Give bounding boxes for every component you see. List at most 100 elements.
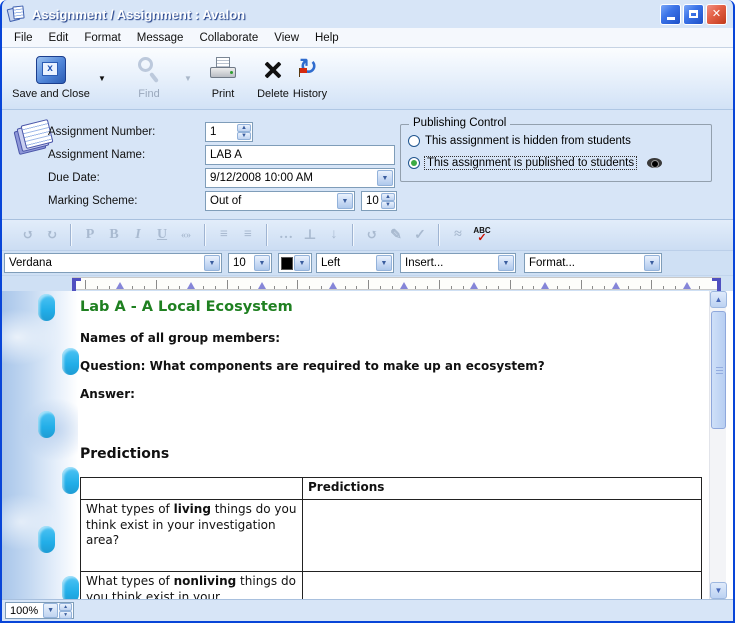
print-button[interactable]: Print	[200, 52, 246, 100]
vertical-scrollbar[interactable]: ▲ ▼	[709, 291, 726, 599]
published-option-row[interactable]: This assignment is published to students	[408, 155, 662, 171]
font-size-combobox[interactable]: 10 ▼	[228, 253, 272, 273]
ruler-tick	[581, 280, 582, 289]
font-family-dropdown-icon[interactable]: ▼	[204, 255, 220, 271]
points-up-icon[interactable]: ▲	[381, 193, 395, 201]
minimize-button[interactable]	[660, 4, 681, 25]
empty-header-cell[interactable]	[81, 478, 303, 500]
ruler-tick	[522, 286, 523, 289]
tab-marker	[683, 282, 691, 289]
ruler-tick	[604, 286, 605, 289]
spellcheck-icon[interactable]: ABC✓	[472, 225, 492, 245]
redo-icon: ↻	[42, 225, 62, 245]
ruler-tick	[498, 286, 499, 289]
tab-marker	[187, 282, 195, 289]
number-up-icon[interactable]: ▲	[237, 124, 251, 132]
number-down-icon[interactable]: ▼	[237, 132, 251, 140]
format-dropdown-icon[interactable]: ▼	[644, 255, 660, 271]
assignment-name-field[interactable]	[210, 149, 394, 161]
insert-combobox[interactable]: Insert... ▼	[400, 253, 516, 273]
scroll-down-icon[interactable]: ▼	[710, 582, 727, 599]
right-margin-marker[interactable]	[712, 278, 721, 291]
answer-cell[interactable]	[303, 572, 702, 600]
table-header-row: Predictions	[81, 478, 702, 500]
marking-points-stepper[interactable]: 10 ▲▼	[361, 191, 397, 211]
document-area[interactable]: Lab A - A Local Ecosystem Names of all g…	[2, 291, 733, 599]
ruler-tick	[109, 286, 110, 289]
window-title: Assignment / Assignment : Avalon	[32, 7, 660, 22]
document-heading: Lab A - A Local Ecosystem	[80, 299, 293, 315]
menu-view[interactable]: View	[266, 30, 307, 46]
insert-dropdown-icon[interactable]: ▼	[498, 255, 514, 271]
marking-scheme-combobox[interactable]: Out of ▼	[205, 191, 355, 211]
answer-cell[interactable]	[303, 500, 702, 572]
save-dropdown-arrow-icon[interactable]: ▼	[98, 74, 106, 83]
menu-format[interactable]: Format	[76, 30, 128, 46]
font-color-dropdown-icon[interactable]: ▼	[294, 255, 310, 271]
font-size-dropdown-icon[interactable]: ▼	[254, 255, 270, 271]
ruler	[2, 276, 733, 291]
ruler-tick	[651, 280, 652, 289]
format-combobox[interactable]: Format... ▼	[524, 253, 662, 273]
due-date-dropdown-icon[interactable]: ▼	[377, 170, 393, 186]
formatting-toolbar: ↺↻PBIU«»≡≡…⊥↓↺✎✓≈ABC✓	[2, 220, 733, 251]
published-radio[interactable]	[408, 157, 420, 169]
zoom-up-icon[interactable]: ▲	[59, 603, 72, 611]
color-swatch	[281, 257, 293, 270]
table-row: What types of nonliving things do you th…	[81, 572, 702, 600]
indent-list-icon: ≡	[214, 225, 234, 245]
hidden-option-label: This assignment is hidden from students	[425, 135, 631, 147]
menu-help[interactable]: Help	[307, 30, 347, 46]
ruler-tick	[451, 286, 452, 289]
rotate-icon: ↺	[362, 225, 382, 245]
font-color-combobox[interactable]: ▼	[278, 253, 312, 273]
zoom-dropdown-icon[interactable]: ▼	[43, 603, 58, 618]
tab-marker	[612, 282, 620, 289]
ruler-tick	[439, 280, 440, 289]
menu-message[interactable]: Message	[129, 30, 192, 46]
tab-marker	[541, 282, 549, 289]
zoom-down-icon[interactable]: ▼	[59, 611, 72, 619]
tab-marker	[258, 282, 266, 289]
question-cell[interactable]: What types of living things do you think…	[81, 500, 303, 572]
marking-scheme-dropdown-icon[interactable]: ▼	[337, 193, 353, 209]
publishing-control-title: Publishing Control	[409, 117, 510, 129]
history-button[interactable]: ↻ History	[282, 52, 338, 100]
baseline-icon: ⊥	[300, 225, 320, 245]
scroll-up-icon[interactable]: ▲	[710, 291, 727, 308]
ruler-tick	[415, 286, 416, 289]
ruler-tick	[179, 286, 180, 289]
save-and-close-button[interactable]: x Save and Close	[8, 52, 94, 100]
alignment-combobox[interactable]: Left ▼	[316, 253, 394, 273]
due-date-combobox[interactable]: 9/12/2008 10:00 AM ▼	[205, 168, 395, 188]
hidden-option-row[interactable]: This assignment is hidden from students	[408, 133, 631, 149]
font-family-combobox[interactable]: Verdana ▼	[4, 253, 222, 273]
question-cell[interactable]: What types of nonliving things do you th…	[81, 572, 303, 600]
tab-marker	[470, 282, 478, 289]
document-content[interactable]: Lab A - A Local Ecosystem Names of all g…	[2, 291, 709, 599]
ruler-tick	[297, 280, 298, 289]
assignment-name-label: Assignment Name:	[48, 149, 205, 161]
menu-file[interactable]: File	[6, 30, 41, 46]
hidden-radio[interactable]	[408, 135, 420, 147]
ruler-tick	[486, 286, 487, 289]
maximize-button[interactable]	[683, 4, 704, 25]
left-margin-marker[interactable]	[72, 278, 81, 291]
underline-icon: U	[152, 225, 172, 245]
publishing-control-group: Publishing Control This assignment is hi…	[400, 124, 712, 182]
menu-edit[interactable]: Edit	[41, 30, 77, 46]
close-button[interactable]: ✕	[706, 4, 727, 25]
menu-collaborate[interactable]: Collaborate	[191, 30, 266, 46]
ruler-tick	[156, 280, 157, 289]
delete-icon	[262, 59, 284, 81]
ruler-tick	[345, 286, 346, 289]
ruler-tick	[168, 286, 169, 289]
alignment-dropdown-icon[interactable]: ▼	[376, 255, 392, 271]
points-down-icon[interactable]: ▼	[381, 201, 395, 209]
scrollbar-thumb[interactable]	[711, 311, 726, 429]
predictions-header-cell[interactable]: Predictions	[303, 478, 702, 500]
zoom-control[interactable]: 100% ▼ ▲▼	[5, 602, 74, 619]
assignment-number-stepper[interactable]: 1 ▲▼	[205, 122, 253, 142]
printer-icon	[209, 57, 237, 83]
ruler-tick	[274, 286, 275, 289]
